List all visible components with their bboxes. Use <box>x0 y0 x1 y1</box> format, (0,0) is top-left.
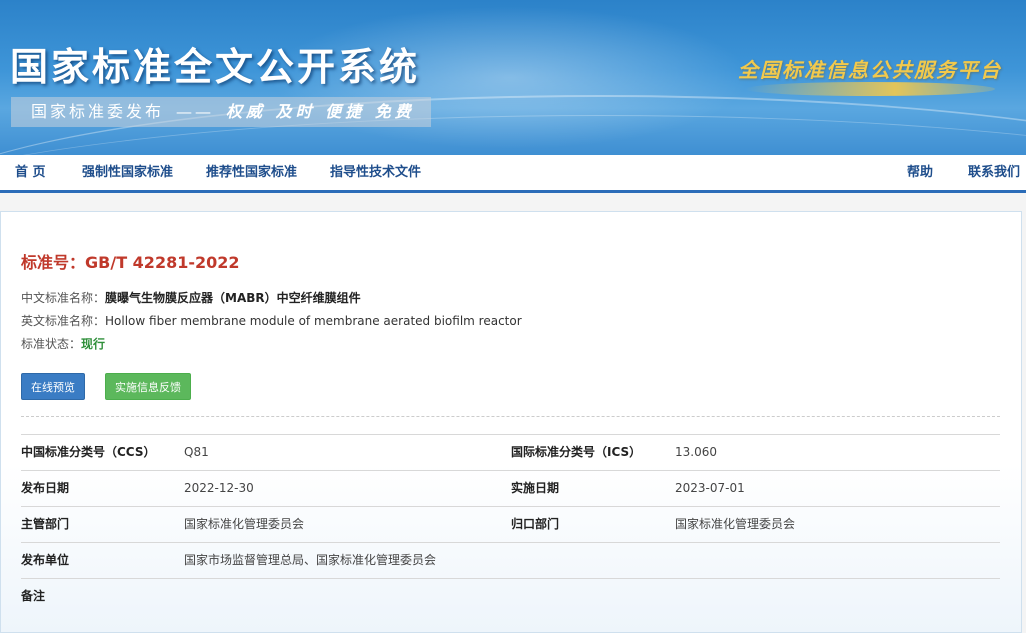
nav-item-mandatory[interactable]: 强制性国家标准 <box>82 155 173 190</box>
ics-value: 13.060 <box>675 445 717 459</box>
ccs-value: Q81 <box>184 445 209 459</box>
status-label: 标准状态： <box>21 337 82 351</box>
banner-subtitle: 国家标准委发布 —— 权威 及时 便捷 免费 <box>11 97 431 127</box>
technical-committee-value: 国家标准化管理委员会 <box>675 517 796 531</box>
publish-date-label: 发布日期 <box>21 481 70 495</box>
table-row: 主管部门 国家标准化管理委员会 归口部门 国家标准化管理委员会 <box>21 506 1000 542</box>
nav-item-help[interactable]: 帮助 <box>907 155 933 190</box>
cn-name-value: 膜曝气生物膜反应器（MABR）中空纤维膜组件 <box>105 291 361 305</box>
authority-label: 主管部门 <box>21 517 70 531</box>
standard-number-label: 标准号： <box>21 253 86 272</box>
nav-item-recommended[interactable]: 推荐性国家标准 <box>206 155 297 190</box>
en-name-label: 英文标准名称： <box>21 314 106 328</box>
standard-detail-panel: 标准号：GB/T 42281-2022 中文标准名称：膜曝气生物膜反应器（MAB… <box>0 211 1022 633</box>
technical-committee-label: 归口部门 <box>511 517 560 531</box>
cn-name-label: 中文标准名称： <box>21 291 106 305</box>
platform-swoosh <box>745 82 995 96</box>
status-badge: 现行 <box>81 337 106 351</box>
table-row: 发布单位 国家市场监督管理总局、国家标准化管理委员会 <box>21 542 1000 578</box>
implement-date-value: 2023-07-01 <box>675 481 745 495</box>
standard-number: 标准号：GB/T 42281-2022 <box>21 249 240 273</box>
header-banner: 国家标准全文公开系统 国家标准委发布 —— 权威 及时 便捷 免费 全国标准信息公共… <box>0 0 1026 155</box>
table-row: 备注 <box>21 578 1000 614</box>
details-table: 中国标准分类号（CCS） Q81 国际标准分类号（ICS） 13.060 发布日… <box>21 434 1000 614</box>
online-preview-button[interactable]: 在线预览 <box>21 373 85 400</box>
slogan-text: 权威 及时 便捷 免费 <box>226 102 415 121</box>
en-name-line: 英文标准名称：Hollow fiber membrane module of m… <box>21 312 522 329</box>
table-row: 中国标准分类号（CCS） Q81 国际标准分类号（ICS） 13.060 <box>21 434 1000 470</box>
cn-name-line: 中文标准名称：膜曝气生物膜反应器（MABR）中空纤维膜组件 <box>21 289 361 306</box>
en-name-value: Hollow fiber membrane module of membrane… <box>105 314 522 328</box>
authority-value: 国家标准化管理委员会 <box>184 517 305 531</box>
standard-number-value: GB/T 42281-2022 <box>85 253 240 272</box>
nav-item-guidance[interactable]: 指导性技术文件 <box>330 155 421 190</box>
feedback-button[interactable]: 实施信息反馈 <box>105 373 191 400</box>
issuer-label: 发布单位 <box>21 553 70 567</box>
ccs-label: 中国标准分类号（CCS） <box>21 445 156 459</box>
nav-item-contact[interactable]: 联系我们 <box>968 155 1020 190</box>
ics-label: 国际标准分类号（ICS） <box>511 445 642 459</box>
main-nav: 首 页 强制性国家标准 推荐性国家标准 指导性技术文件 帮助 联系我们 <box>0 155 1026 193</box>
status-line: 标准状态：现行 <box>21 335 105 352</box>
nav-item-home[interactable]: 首 页 <box>15 155 46 190</box>
table-row: 发布日期 2022-12-30 实施日期 2023-07-01 <box>21 470 1000 506</box>
publish-date-value: 2022-12-30 <box>184 481 254 495</box>
divider <box>21 416 1000 417</box>
implement-date-label: 实施日期 <box>511 481 560 495</box>
issuer-value: 国家市场监督管理总局、国家标准化管理委员会 <box>184 553 437 567</box>
remarks-label: 备注 <box>21 589 46 603</box>
site-title: 国家标准全文公开系统 <box>10 45 421 89</box>
publisher-text: 国家标准委发布 <box>31 102 165 121</box>
subtitle-dash: —— <box>176 102 215 121</box>
platform-logo-text: 全国标准信息公共服务平台 <box>738 58 1002 82</box>
